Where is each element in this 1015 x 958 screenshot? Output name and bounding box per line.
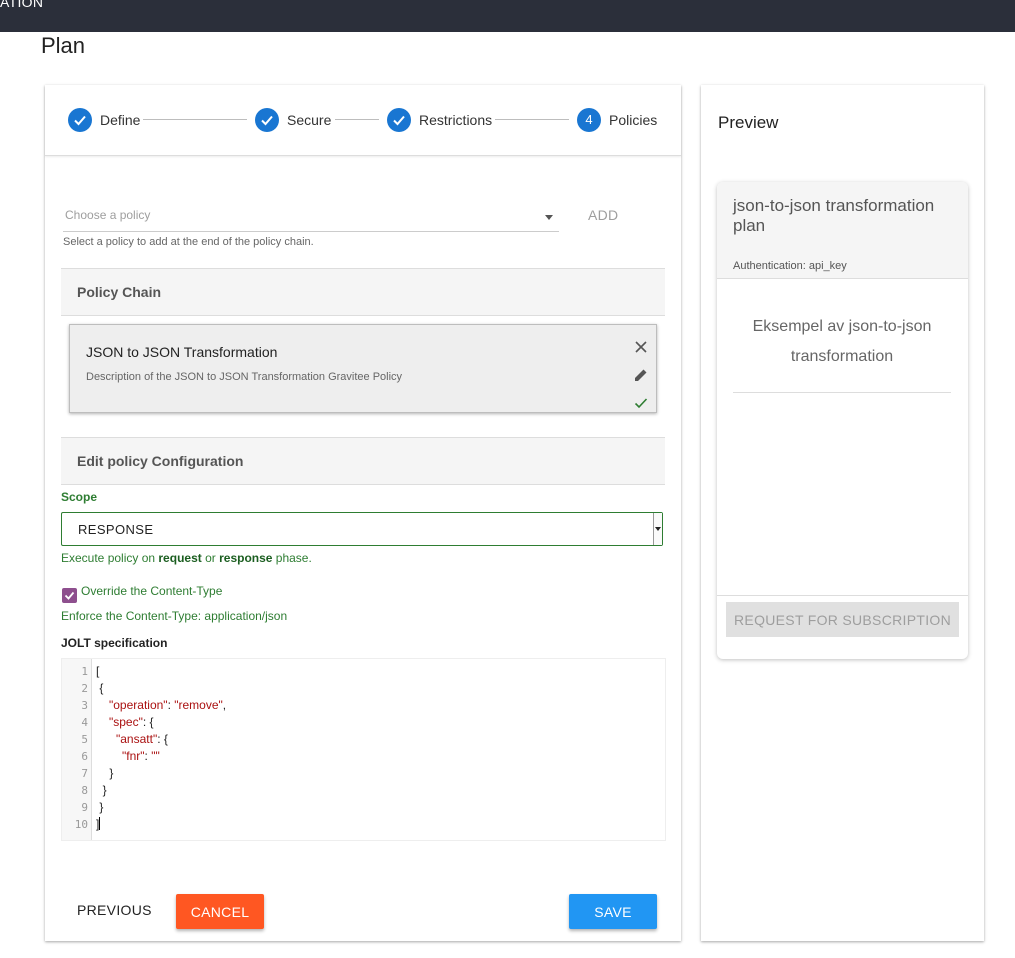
jolt-code-editor[interactable]: 1 2 3 4 5 6 7 8 9 10 [ { "operation": "r… bbox=[61, 658, 666, 841]
code-line: ] bbox=[96, 817, 101, 831]
code-line: } bbox=[96, 800, 104, 814]
step-connector bbox=[335, 119, 379, 120]
check-icon bbox=[255, 107, 279, 132]
override-content-type-label[interactable]: Override the Content-Type bbox=[81, 584, 222, 598]
scope-select[interactable]: RESPONSE bbox=[61, 512, 663, 546]
check-icon bbox=[64, 591, 75, 600]
plan-description: Eksempel av json-to-json transformation bbox=[752, 318, 932, 365]
preview-title: Preview bbox=[718, 113, 779, 132]
code-line: { bbox=[96, 681, 104, 695]
override-content-type-checkbox[interactable] bbox=[62, 588, 77, 603]
step-label: Restrictions bbox=[419, 111, 493, 128]
code-line: "fnr": "" bbox=[122, 749, 160, 763]
chevron-down-icon bbox=[545, 215, 553, 220]
line-number: 4 bbox=[81, 716, 88, 729]
line-number: 7 bbox=[81, 767, 88, 780]
line-number: 5 bbox=[81, 733, 88, 746]
line-number: 8 bbox=[81, 784, 88, 797]
code-line: } bbox=[96, 766, 114, 780]
policy-select[interactable]: Choose a policy bbox=[63, 204, 559, 232]
plan-authentication: Authentication: api_key bbox=[733, 260, 847, 272]
plan-preview-header: json-to-json transformation plan Authent… bbox=[717, 182, 968, 279]
divider bbox=[717, 595, 968, 596]
add-policy-button[interactable]: ADD bbox=[588, 207, 618, 223]
line-number: 2 bbox=[81, 682, 88, 695]
step-define[interactable]: Define bbox=[68, 107, 140, 132]
line-number: 6 bbox=[81, 750, 88, 763]
top-app-bar-title: ATION bbox=[0, 0, 44, 10]
editor-gutter: 1 2 3 4 5 6 7 8 9 10 bbox=[62, 659, 92, 840]
policy-description: Description of the JSON to JSON Transfor… bbox=[86, 371, 403, 383]
code-line: "ansatt": { bbox=[116, 732, 168, 746]
step-policies[interactable]: 4 Policies bbox=[577, 107, 657, 132]
scope-hint: Execute policy on request or response ph… bbox=[61, 551, 312, 565]
step-connector bbox=[495, 119, 569, 120]
enforce-content-type-text: Enforce the Content-Type: application/js… bbox=[61, 609, 288, 623]
page-title: Plan bbox=[41, 33, 86, 58]
check-icon bbox=[68, 107, 92, 132]
policy-name: JSON to JSON Transformation bbox=[86, 344, 278, 360]
save-button[interactable]: SAVE bbox=[569, 894, 657, 929]
divider bbox=[733, 392, 951, 393]
policy-config-title: Edit policy Configuration bbox=[77, 453, 244, 469]
code-line: "spec": { bbox=[109, 715, 154, 729]
top-app-bar: ATION bbox=[0, 0, 1015, 32]
scope-label: Scope bbox=[61, 490, 98, 504]
code-line: [ bbox=[96, 664, 100, 678]
step-connector bbox=[143, 119, 247, 120]
line-number: 10 bbox=[74, 818, 88, 831]
step-number: 4 bbox=[577, 107, 601, 132]
previous-button[interactable]: PREVIOUS bbox=[77, 902, 152, 918]
policy-chain-title: Policy Chain bbox=[77, 284, 162, 300]
line-number: 1 bbox=[81, 665, 88, 678]
step-label: Policies bbox=[609, 111, 658, 128]
policy-select-placeholder: Choose a policy bbox=[65, 208, 151, 222]
step-restrictions[interactable]: Restrictions bbox=[387, 107, 492, 132]
check-icon[interactable] bbox=[633, 395, 649, 411]
line-number: 9 bbox=[81, 801, 88, 814]
jolt-spec-label: JOLT specification bbox=[61, 636, 168, 650]
text-cursor bbox=[99, 817, 101, 830]
policy-select-hint: Select a policy to add at the end of the… bbox=[63, 236, 314, 248]
code-line: } bbox=[96, 783, 107, 797]
step-label: Secure bbox=[287, 111, 332, 128]
step-label: Define bbox=[100, 111, 141, 128]
plan-wizard-card: Define Secure Restrictions 4 Policies Ch… bbox=[45, 85, 681, 941]
wizard-stepper: Define Secure Restrictions 4 Policies bbox=[45, 85, 681, 156]
line-number: 3 bbox=[81, 699, 88, 712]
request-subscription-button[interactable]: REQUEST FOR SUBSCRIPTION bbox=[726, 602, 959, 637]
preview-panel: Preview json-to-json transformation plan… bbox=[701, 85, 984, 941]
policy-chain-item[interactable]: JSON to JSON Transformation Description … bbox=[69, 324, 657, 413]
chevron-down-icon[interactable] bbox=[653, 513, 662, 545]
scope-value: RESPONSE bbox=[78, 522, 154, 537]
check-icon bbox=[387, 107, 411, 132]
step-secure[interactable]: Secure bbox=[255, 107, 331, 132]
plan-name: json-to-json transformation plan bbox=[733, 196, 935, 235]
plan-preview-card: json-to-json transformation plan Authent… bbox=[717, 182, 968, 659]
policy-config-header: Edit policy Configuration bbox=[61, 437, 665, 485]
cancel-button[interactable]: CANCEL bbox=[176, 894, 264, 929]
edit-pencil-icon[interactable] bbox=[633, 367, 649, 383]
close-icon[interactable] bbox=[633, 339, 649, 355]
code-line: "operation": "remove", bbox=[109, 698, 227, 712]
policy-chain-header: Policy Chain bbox=[61, 268, 665, 316]
